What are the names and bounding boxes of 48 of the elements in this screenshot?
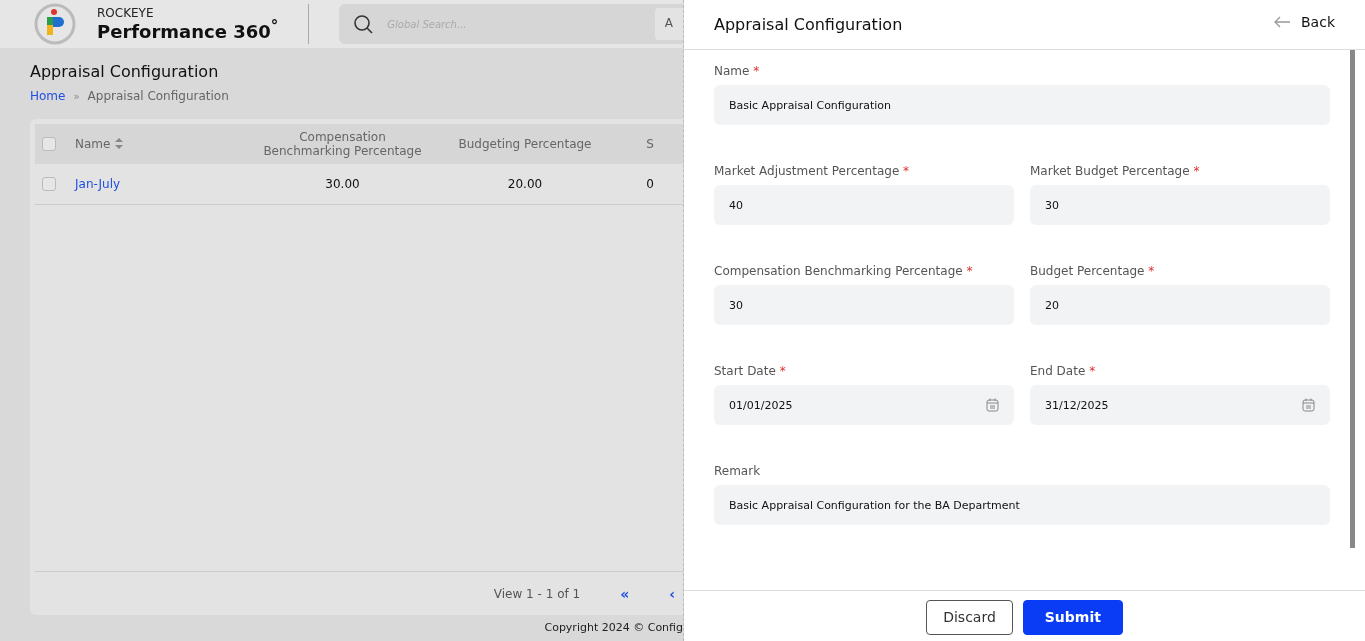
brand-label: ROCKEYE xyxy=(97,7,155,19)
table-cell-text: 20.00 xyxy=(506,177,544,191)
pagination-summary: View 1 - 1 of 1 xyxy=(493,586,581,601)
search-icon xyxy=(353,14,374,34)
drawer-title: Appraisal Configuration xyxy=(714,15,903,34)
field-label: Market Budget Percentage * xyxy=(1030,164,1201,180)
input-field[interactable]: Basic Appraisal Configuration xyxy=(714,85,1330,125)
scrollbar[interactable] xyxy=(1350,50,1355,548)
calendar-icon[interactable] xyxy=(986,398,999,412)
discard-button[interactable]: Discard xyxy=(926,599,1013,635)
breadcrumb-current: Appraisal Configuration xyxy=(87,89,229,103)
first-page-button[interactable]: « xyxy=(620,585,630,602)
name-link[interactable]: Jan-July xyxy=(75,177,255,191)
back-button[interactable]: Back xyxy=(1273,13,1335,30)
field-label: Budget Percentage * xyxy=(1030,264,1156,280)
submit-button[interactable]: Submit xyxy=(1022,599,1123,635)
field-label: End Date * xyxy=(1030,364,1097,380)
field-label: Name * xyxy=(714,64,761,80)
column-header: Compensation Benchmarking Percentage xyxy=(262,129,423,159)
field-label: Remark xyxy=(714,464,762,480)
input-field[interactable]: 30 xyxy=(714,285,1014,325)
calendar-icon[interactable] xyxy=(1302,398,1315,412)
field-label: Start Date * xyxy=(714,364,787,380)
page-title: Appraisal Configuration xyxy=(30,62,220,81)
header-button[interactable]: A xyxy=(654,8,683,40)
field-label: Compensation Benchmarking Percentage * xyxy=(714,264,974,280)
input-field[interactable]: Basic Appraisal Configuration for the BA Department xyxy=(714,485,1330,525)
arrow-left-icon xyxy=(1273,15,1291,28)
copyright-text: Copyright 2024 © Config xyxy=(543,620,683,634)
input-field[interactable]: 40 xyxy=(714,185,1014,225)
sort-icon[interactable] xyxy=(115,138,124,150)
breadcrumb-separator: » xyxy=(73,90,80,102)
row-checkbox[interactable] xyxy=(42,177,56,191)
select-all-checkbox[interactable] xyxy=(42,137,56,151)
breadcrumb-link[interactable]: Home xyxy=(30,89,66,103)
input-field[interactable]: 20 xyxy=(1030,285,1330,325)
table-cell-text: 30.00 xyxy=(324,177,361,191)
table-cell-text: 0 xyxy=(645,177,655,191)
date-field[interactable]: 31/12/2025 xyxy=(1030,385,1330,425)
logo-icon xyxy=(34,3,76,45)
column-header[interactable]: Name xyxy=(75,136,255,152)
previous-page-button[interactable]: ‹ xyxy=(669,585,675,602)
input-field[interactable]: 30 xyxy=(1030,185,1330,225)
field-label: Market Adjustment Percentage * xyxy=(714,164,911,180)
column-header: Budgeting Percentage xyxy=(457,136,593,152)
date-field[interactable]: 01/01/2025 xyxy=(714,385,1014,425)
column-header: S xyxy=(645,136,655,152)
brand-name: Performance 360$^{°}$ xyxy=(97,19,279,41)
